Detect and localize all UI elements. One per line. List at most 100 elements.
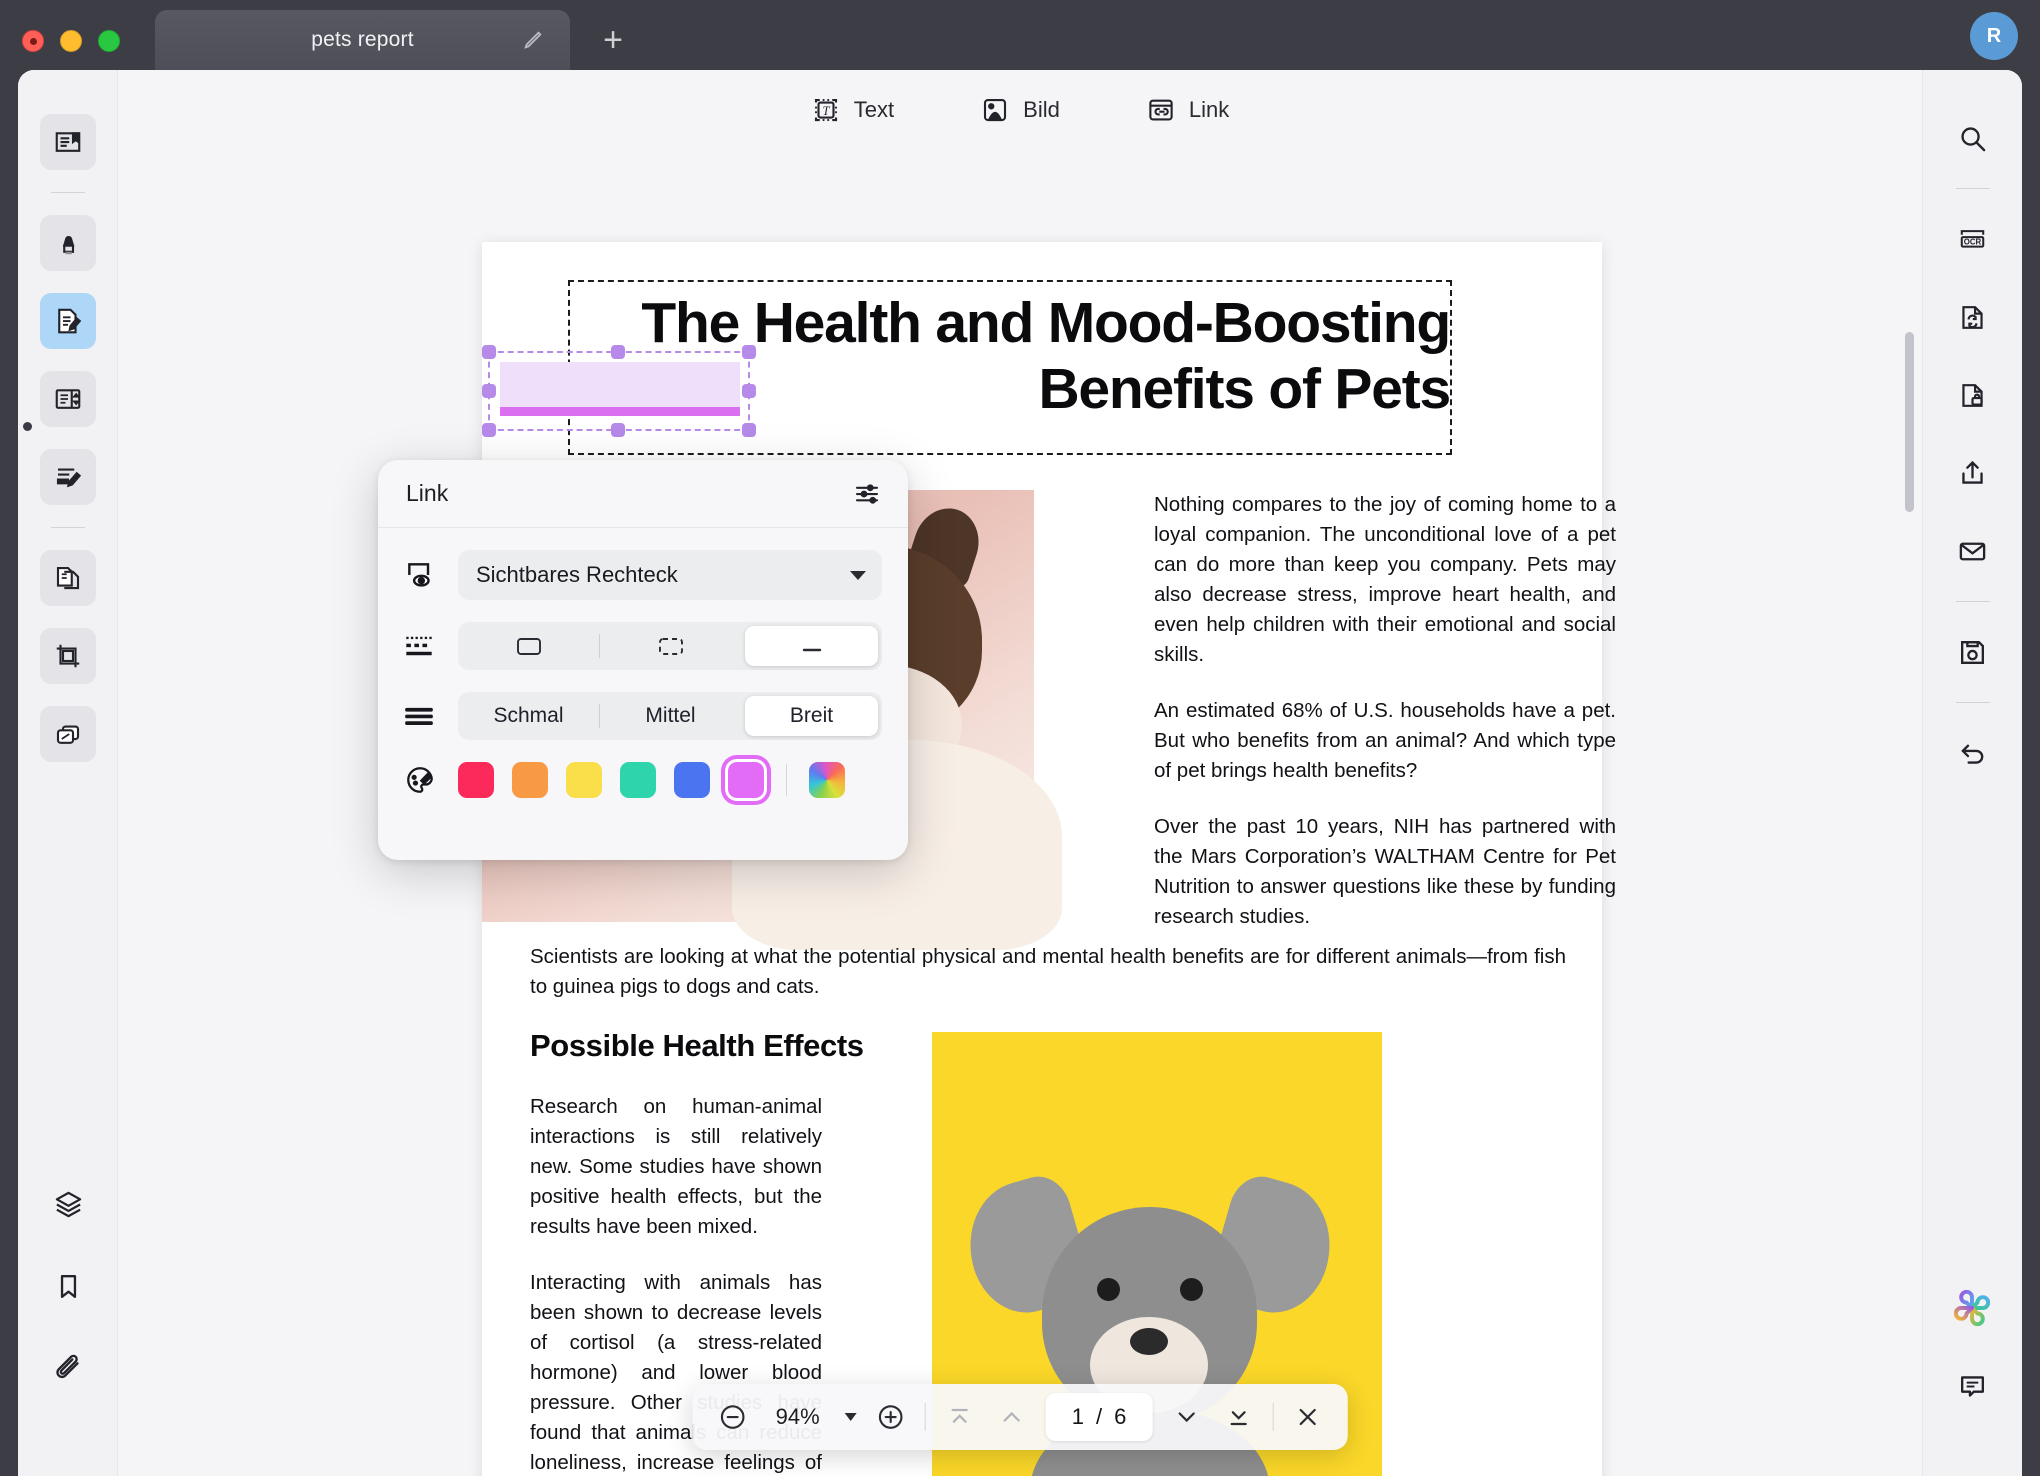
resize-handle-w[interactable]	[482, 384, 496, 398]
swatch-blue[interactable]	[674, 762, 710, 798]
svg-text:OCR: OCR	[1964, 237, 1982, 246]
link-properties-panel[interactable]: Link Sichtbares Rechteck Schmal Mittel B…	[378, 460, 908, 860]
current-page-value: 1	[1071, 1404, 1084, 1429]
swatch-magenta-selected[interactable]	[728, 762, 764, 798]
resize-handle-s[interactable]	[611, 423, 625, 437]
right-item-protect[interactable]	[1945, 367, 2001, 423]
panel-title: Link	[406, 480, 449, 506]
first-page-button[interactable]	[942, 1399, 978, 1435]
paragraph: Nothing compares to the joy of coming ho…	[1154, 493, 1616, 666]
swatch-orange[interactable]	[512, 762, 548, 798]
highlighter-marker-icon	[53, 228, 83, 258]
swatch-red[interactable]	[458, 762, 494, 798]
zoom-level-value[interactable]: 94%	[767, 1404, 829, 1430]
undo-arrow-icon	[1957, 738, 1988, 769]
next-page-button[interactable]	[1168, 1399, 1204, 1435]
sidebar-item-reader-view[interactable]	[39, 114, 96, 170]
sidebar-item-bookmarks[interactable]	[40, 1258, 96, 1314]
page-number-field[interactable]: 1 / 6	[1045, 1393, 1153, 1441]
crop-icon	[53, 641, 83, 671]
floppy-disk-icon	[1957, 637, 1988, 668]
page-navigation-bar: 94% 1 / 6	[692, 1384, 1348, 1450]
resize-handle-nw[interactable]	[482, 345, 496, 359]
border-width-segmented-control: Schmal Mittel Breit	[458, 692, 882, 740]
border-style-underline[interactable]	[745, 626, 878, 666]
border-width-breit[interactable]: Breit	[745, 696, 878, 736]
svg-text:T: T	[822, 104, 830, 118]
right-item-ai-assistant[interactable]	[1944, 1280, 2000, 1336]
tool-link[interactable]: Link	[1133, 88, 1242, 132]
border-style-dashed-rectangle[interactable]	[604, 626, 737, 666]
border-width-schmal[interactable]: Schmal	[462, 696, 595, 736]
minimize-window-button[interactable]	[60, 30, 82, 52]
right-item-share[interactable]	[1945, 445, 2001, 501]
right-divider-2	[1955, 601, 1990, 602]
visible-rectangle-icon	[404, 559, 448, 591]
paragraph: An estimated 68% of U.S. households have…	[1154, 699, 1616, 782]
border-width-mittel[interactable]: Mittel	[604, 696, 737, 736]
right-item-comments[interactable]	[1944, 1358, 2000, 1414]
close-window-button[interactable]	[22, 30, 44, 52]
resize-handle-n[interactable]	[611, 345, 625, 359]
app-shell: OCR T Text Bild Link The Health and Mood…	[18, 70, 2022, 1476]
sidebar-item-stamp[interactable]	[39, 706, 96, 762]
resize-handle-se[interactable]	[742, 423, 756, 437]
pencil-icon[interactable]	[522, 29, 544, 51]
document-tab[interactable]: pets report	[155, 10, 570, 70]
right-divider-1	[1955, 188, 1990, 189]
book-bookmark-icon	[53, 127, 83, 157]
paperclip-icon	[53, 1353, 84, 1384]
swatch-yellow[interactable]	[566, 762, 602, 798]
maximize-window-button[interactable]	[98, 30, 120, 52]
sidebar-item-organize-pages[interactable]	[39, 550, 96, 606]
right-item-email[interactable]	[1945, 523, 2001, 579]
swatch-teal[interactable]	[620, 762, 656, 798]
right-item-search[interactable]	[1945, 110, 2001, 166]
envelope-icon	[1957, 536, 1988, 567]
sidebar-item-edit-content[interactable]	[39, 293, 96, 349]
previous-page-button[interactable]	[994, 1399, 1030, 1435]
color-swatch-row	[458, 762, 845, 798]
chevron-down-icon	[850, 571, 866, 580]
sidebar-item-layers[interactable]	[40, 1176, 96, 1232]
sliders-icon[interactable]	[852, 479, 882, 509]
sidebar-item-form-fields[interactable]	[39, 371, 96, 427]
resize-handle-e[interactable]	[742, 384, 756, 398]
sidebar-item-sign-document[interactable]	[39, 449, 96, 505]
right-item-undo[interactable]	[1945, 725, 2001, 781]
right-item-convert[interactable]	[1945, 289, 2001, 345]
avatar[interactable]: R	[1970, 12, 2018, 60]
swatch-divider	[786, 764, 787, 796]
title-bar: pets report + R	[0, 0, 2040, 70]
link-card-icon	[1146, 95, 1176, 125]
swatch-custom-color-picker[interactable]	[809, 762, 845, 798]
sidebar-item-highlighter[interactable]	[39, 215, 96, 271]
appearance-select[interactable]: Sichtbares Rechteck	[458, 550, 882, 600]
pages-copy-icon	[53, 563, 83, 593]
zoom-out-button[interactable]	[715, 1399, 751, 1435]
vertical-scrollbar-thumb[interactable]	[1905, 332, 1914, 512]
right-item-save[interactable]	[1945, 624, 2001, 680]
bookmark-icon	[53, 1271, 84, 1302]
right-item-ocr[interactable]: OCR	[1945, 211, 2001, 267]
bar-divider-1	[924, 1403, 926, 1431]
tool-text[interactable]: T Text	[798, 88, 907, 132]
border-style-solid-rectangle[interactable]	[462, 626, 595, 666]
new-tab-button[interactable]: +	[598, 23, 628, 57]
resize-handle-sw[interactable]	[482, 423, 496, 437]
close-navigation-bar-button[interactable]	[1289, 1399, 1325, 1435]
row-colors	[378, 762, 908, 798]
row-border-style	[378, 622, 908, 670]
last-page-button[interactable]	[1220, 1399, 1256, 1435]
zoom-dropdown-caret-icon[interactable]	[844, 1413, 857, 1421]
zoom-in-button[interactable]	[873, 1399, 909, 1435]
sidebar-item-attachments[interactable]	[40, 1340, 96, 1396]
document-canvas[interactable]: The Health and Mood-Boosting Benefits of…	[118, 150, 1922, 1476]
tool-image[interactable]: Bild	[967, 88, 1073, 132]
resize-handle-ne[interactable]	[742, 345, 756, 359]
total-pages-value: 6	[1114, 1404, 1127, 1429]
ocr-icon: OCR	[1957, 224, 1988, 255]
palette-icon	[404, 764, 448, 796]
sidebar-item-crop-page[interactable]	[39, 628, 96, 684]
vertical-scrollbar-track[interactable]	[1905, 242, 1914, 1476]
